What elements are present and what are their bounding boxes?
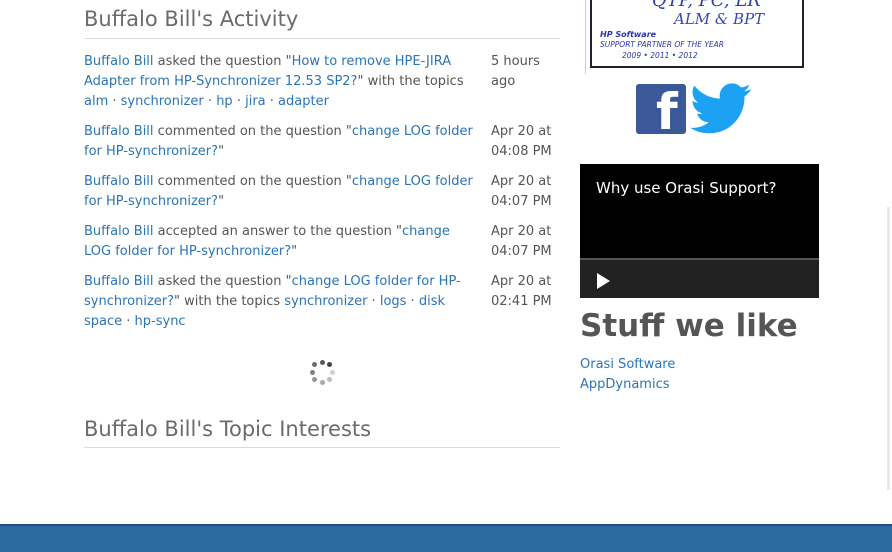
activity-item: Buffalo Bill asked the question "How to … bbox=[84, 52, 560, 112]
twitter-icon[interactable] bbox=[690, 82, 752, 136]
spinner-dot bbox=[312, 362, 318, 368]
link-appdynamics[interactable]: AppDynamics bbox=[580, 375, 675, 395]
topic-link[interactable]: synchronizer bbox=[284, 294, 367, 309]
user-link[interactable]: Buffalo Bill bbox=[84, 174, 154, 189]
topic-link[interactable]: hp-sync bbox=[135, 314, 186, 329]
activity-text: Buffalo Bill commented on the question "… bbox=[84, 122, 480, 162]
badge-brand: HP Software bbox=[600, 30, 657, 39]
activity-item: Buffalo Bill asked the question "change … bbox=[84, 272, 560, 332]
activity-action: commented on the question " bbox=[153, 174, 352, 189]
spinner-dot bbox=[319, 379, 325, 385]
activity-item: Buffalo Bill accepted an answer to the q… bbox=[84, 222, 560, 262]
spinner-dot bbox=[319, 359, 325, 365]
stuff-we-like-title: Stuff we like bbox=[580, 308, 798, 344]
stuff-links: Orasi Software AppDynamics bbox=[580, 355, 675, 395]
topic-separator: · bbox=[367, 294, 380, 309]
spinner-dot bbox=[326, 376, 332, 382]
activity-after: " bbox=[218, 144, 225, 159]
activity-text: Buffalo Bill asked the question "How to … bbox=[84, 52, 480, 112]
activity-action: accepted an answer to the question " bbox=[153, 224, 403, 239]
link-orasi-software[interactable]: Orasi Software bbox=[580, 355, 675, 375]
activity-time: Apr 20 at 04:07 PM bbox=[491, 174, 552, 209]
activity-after: " with the topics bbox=[174, 294, 285, 309]
activity-feed: Buffalo Bill asked the question "How to … bbox=[84, 52, 560, 342]
topic-link[interactable]: adapter bbox=[278, 94, 329, 109]
activity-action: commented on the question " bbox=[153, 124, 352, 139]
user-link[interactable]: Buffalo Bill bbox=[84, 54, 154, 69]
badge-award: SUPPORT PARTNER OF THE YEAR bbox=[600, 40, 724, 49]
video-player[interactable]: Why use Orasi Support? bbox=[580, 164, 819, 298]
loading-spinner-icon bbox=[309, 359, 335, 385]
user-link[interactable]: Buffalo Bill bbox=[84, 124, 154, 139]
activity-item: Buffalo Bill commented on the question "… bbox=[84, 172, 560, 212]
topic-link[interactable]: jira bbox=[245, 94, 266, 109]
facebook-icon[interactable]: f bbox=[636, 84, 686, 134]
badge-years: 2009 • 2011 • 2012 bbox=[622, 51, 698, 60]
topic-link[interactable]: synchronizer bbox=[121, 94, 204, 109]
footer-bar bbox=[0, 524, 892, 552]
spinner-dot bbox=[326, 362, 332, 368]
activity-after: " with the topics bbox=[357, 74, 464, 89]
activity-text: Buffalo Bill accepted an answer to the q… bbox=[84, 222, 480, 262]
badge-products-line2: ALM & BPT bbox=[674, 10, 765, 28]
spinner-dot bbox=[309, 369, 315, 375]
topic-separator: · bbox=[232, 94, 246, 109]
activity-after: " bbox=[291, 244, 298, 259]
activity-action: asked the question " bbox=[153, 54, 292, 69]
topic-link[interactable]: logs bbox=[380, 294, 407, 309]
activity-item: Buffalo Bill commented on the question "… bbox=[84, 122, 560, 162]
spinner-dot bbox=[312, 376, 318, 382]
activity-title: Buffalo Bill's Activity bbox=[84, 4, 560, 39]
user-link[interactable]: Buffalo Bill bbox=[84, 224, 154, 239]
topic-separator: · bbox=[265, 94, 279, 109]
video-controls bbox=[580, 260, 819, 298]
topic-separator: · bbox=[122, 314, 135, 329]
topic-link[interactable]: alm bbox=[84, 94, 108, 109]
topic-interests-title: Buffalo Bill's Topic Interests bbox=[84, 414, 560, 448]
topic-separator: · bbox=[203, 94, 217, 109]
video-title[interactable]: Why use Orasi Support? bbox=[596, 179, 776, 197]
activity-text: Buffalo Bill asked the question "change … bbox=[84, 272, 480, 332]
activity-action: asked the question " bbox=[153, 274, 292, 289]
user-link[interactable]: Buffalo Bill bbox=[84, 274, 154, 289]
activity-after: " bbox=[218, 194, 225, 209]
topic-separator: · bbox=[406, 294, 419, 309]
topic-link[interactable]: hp bbox=[216, 94, 233, 109]
activity-time: Apr 20 at 04:08 PM bbox=[491, 124, 552, 159]
divider bbox=[585, 0, 586, 74]
scrollbar[interactable] bbox=[880, 207, 890, 490]
topic-separator: · bbox=[108, 94, 121, 109]
activity-text: Buffalo Bill commented on the question "… bbox=[84, 172, 480, 212]
partner-badge-image[interactable]: QTP, PC, LR ALM & BPT HP Software SUPPOR… bbox=[590, 0, 804, 68]
play-icon[interactable] bbox=[597, 273, 610, 289]
activity-time: 5 hours ago bbox=[491, 54, 540, 89]
spinner-dot bbox=[329, 369, 335, 375]
activity-time: Apr 20 at 04:07 PM bbox=[491, 224, 552, 259]
activity-time: Apr 20 at 02:41 PM bbox=[491, 274, 552, 309]
